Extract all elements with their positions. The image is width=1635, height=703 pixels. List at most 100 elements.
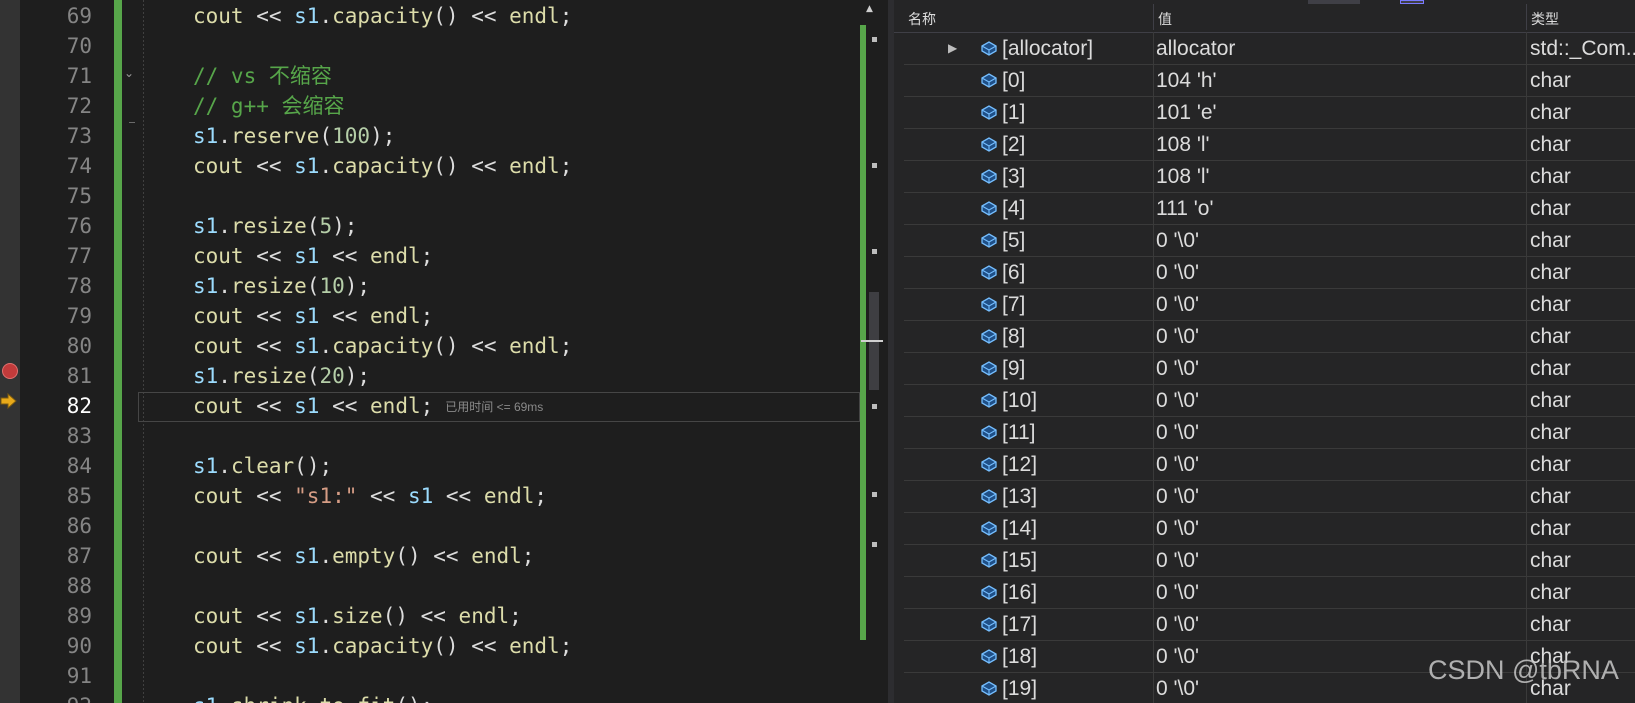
watch-row[interactable]: [4] 111 'o' char	[904, 193, 1635, 225]
field-object-icon	[981, 169, 997, 184]
code-line[interactable]: 88	[0, 571, 862, 601]
watch-row-value[interactable]: 0 '\0'	[1156, 449, 1199, 480]
code-line[interactable]: 80 cout << s1.capacity() << endl;	[0, 331, 862, 361]
watermark: CSDN @tbRNA	[1428, 655, 1619, 685]
code-text[interactable]: // vs 不缩容	[193, 61, 332, 91]
field-object-icon	[981, 457, 997, 472]
code-line[interactable]: 73 s1.reserve(100);	[0, 121, 862, 151]
code-text[interactable]: // g++ 会缩容	[193, 91, 345, 121]
column-header-name[interactable]: 名称	[908, 9, 936, 29]
code-line[interactable]: 82 cout << s1 << endl; 已用时间 <= 69ms	[0, 391, 862, 421]
code-text[interactable]: cout << s1.capacity() << endl;	[193, 151, 572, 181]
code-text[interactable]: cout << s1.empty() << endl;	[193, 541, 534, 571]
watch-row-value[interactable]: 108 'l'	[1156, 129, 1210, 160]
column-header-type[interactable]: 类型	[1531, 9, 1559, 29]
code-text[interactable]: cout << s1.capacity() << endl;	[193, 331, 572, 361]
watch-row-value[interactable]: 108 'l'	[1156, 161, 1210, 192]
code-line[interactable]: 72 // g++ 会缩容	[0, 91, 862, 121]
code-text[interactable]: cout << s1 << endl;	[193, 241, 433, 271]
watch-row[interactable]: [7] 0 '\0' char	[904, 289, 1635, 321]
watch-row-value[interactable]: 0 '\0'	[1156, 385, 1199, 416]
column-header-value[interactable]: 值	[1158, 9, 1172, 29]
watch-row-value[interactable]: 0 '\0'	[1156, 513, 1199, 544]
code-text[interactable]: cout << s1 << endl; 已用时间 <= 69ms	[193, 391, 543, 421]
watch-row[interactable]: [0] 104 'h' char	[904, 65, 1635, 97]
code-token: // g++ 会缩容	[193, 94, 345, 118]
code-token: resize	[230, 364, 307, 388]
code-line[interactable]: 71 // vs 不缩容	[0, 61, 862, 91]
code-line[interactable]: 87 cout << s1.empty() << endl;	[0, 541, 862, 571]
watch-row[interactable]: [12] 0 '\0' char	[904, 449, 1635, 481]
column-separator[interactable]	[1153, 4, 1154, 30]
watch-row[interactable]: [14] 0 '\0' char	[904, 513, 1635, 545]
watch-row-value[interactable]: 0 '\0'	[1156, 641, 1199, 672]
watch-row-value[interactable]: 101 'e'	[1156, 97, 1217, 128]
watch-row[interactable]: [1] 101 'e' char	[904, 97, 1635, 129]
editor-vertical-scrollbar[interactable]: ▲	[860, 0, 883, 703]
code-text[interactable]: cout << s1.capacity() << endl;	[193, 631, 572, 661]
code-text[interactable]: cout << s1.size() << endl;	[193, 601, 522, 631]
watch-row-value[interactable]: 0 '\0'	[1156, 289, 1199, 320]
code-text[interactable]: cout << s1 << endl;	[193, 301, 433, 331]
watch-row-value[interactable]: 0 '\0'	[1156, 225, 1199, 256]
perf-tip-elapsed[interactable]: 已用时间 <= 69ms	[445, 400, 543, 414]
watch-row[interactable]: [5] 0 '\0' char	[904, 225, 1635, 257]
watch-row-value[interactable]: 0 '\0'	[1156, 577, 1199, 608]
watch-row[interactable]: [8] 0 '\0' char	[904, 321, 1635, 353]
code-text[interactable]: s1.resize(5);	[193, 211, 357, 241]
watch-row-value[interactable]: 0 '\0'	[1156, 353, 1199, 384]
code-line[interactable]: 89 cout << s1.size() << endl;	[0, 601, 862, 631]
code-line[interactable]: 92 s1.shrink_to_fit();	[0, 691, 862, 703]
locals-watch-panel: 名称 值 类型 ▶ [allocator] allocator std::_Com..…	[894, 0, 1635, 703]
watch-row[interactable]: [11] 0 '\0' char	[904, 417, 1635, 449]
code-text[interactable]: cout << s1.capacity() << endl;	[193, 1, 572, 31]
code-line[interactable]: 84 s1.clear();	[0, 451, 862, 481]
watch-row[interactable]: ▶ [allocator] allocator std::_Com...	[904, 33, 1635, 65]
code-token: endl	[509, 4, 560, 28]
code-line[interactable]: 91	[0, 661, 862, 691]
watch-row-value[interactable]: allocator	[1156, 33, 1235, 64]
watch-row-value[interactable]: 0 '\0'	[1156, 673, 1199, 703]
watch-row[interactable]: [15] 0 '\0' char	[904, 545, 1635, 577]
code-editor[interactable]: ⌄ 69 cout << s1.capacity() << endl; 70 71//…	[0, 0, 888, 703]
expand-triangle-icon[interactable]: ▶	[948, 33, 957, 64]
code-line[interactable]: 90 cout << s1.capacity() << endl;	[0, 631, 862, 661]
code-line[interactable]: 77 cout << s1 << endl;	[0, 241, 862, 271]
watch-row[interactable]: [6] 0 '\0' char	[904, 257, 1635, 289]
watch-row-value[interactable]: 0 '\0'	[1156, 417, 1199, 448]
watch-row-value[interactable]: 0 '\0'	[1156, 609, 1199, 640]
watch-row[interactable]: [10] 0 '\0' char	[904, 385, 1635, 417]
code-text[interactable]: s1.resize(20);	[193, 361, 370, 391]
watch-row[interactable]: [13] 0 '\0' char	[904, 481, 1635, 513]
watch-row-value[interactable]: 104 'h'	[1156, 65, 1217, 96]
code-text[interactable]: s1.reserve(100);	[193, 121, 395, 151]
watch-row[interactable]: [9] 0 '\0' char	[904, 353, 1635, 385]
code-line[interactable]: 75	[0, 181, 862, 211]
watch-row[interactable]: [3] 108 'l' char	[904, 161, 1635, 193]
code-line[interactable]: 74 cout << s1.capacity() << endl;	[0, 151, 862, 181]
code-text[interactable]: cout << "s1:" << s1 << endl;	[193, 481, 547, 511]
watch-row-value[interactable]: 0 '\0'	[1156, 545, 1199, 576]
code-line[interactable]: 79 cout << s1 << endl;	[0, 301, 862, 331]
code-line[interactable]: 85 cout << "s1:" << s1 << endl;	[0, 481, 862, 511]
watch-row[interactable]: [17] 0 '\0' char	[904, 609, 1635, 641]
code-line[interactable]: 69 cout << s1.capacity() << endl;	[0, 1, 862, 31]
code-line[interactable]: 70	[0, 31, 862, 61]
code-text[interactable]: s1.resize(10);	[193, 271, 370, 301]
watch-row-value[interactable]: 0 '\0'	[1156, 321, 1199, 352]
watch-row[interactable]: [2] 108 'l' char	[904, 129, 1635, 161]
column-separator[interactable]	[1526, 4, 1527, 30]
code-token: () <<	[433, 4, 510, 28]
code-line[interactable]: 86	[0, 511, 862, 541]
code-text[interactable]: s1.shrink_to_fit();	[193, 691, 433, 703]
watch-row-value[interactable]: 111 'o'	[1156, 193, 1213, 224]
watch-row[interactable]: [16] 0 '\0' char	[904, 577, 1635, 609]
code-line[interactable]: 78 s1.resize(10);	[0, 271, 862, 301]
code-line[interactable]: 81 s1.resize(20);	[0, 361, 862, 391]
watch-row-value[interactable]: 0 '\0'	[1156, 481, 1199, 512]
code-line[interactable]: 76 s1.resize(5);	[0, 211, 862, 241]
watch-row-value[interactable]: 0 '\0'	[1156, 257, 1199, 288]
code-text[interactable]: s1.clear();	[193, 451, 332, 481]
code-line[interactable]: 83	[0, 421, 862, 451]
scroll-up-arrow-icon[interactable]: ▲	[866, 4, 873, 14]
